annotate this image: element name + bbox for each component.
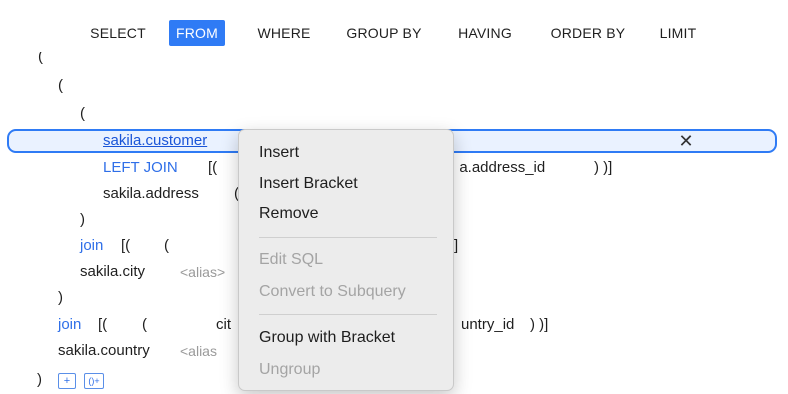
open-paren-level2[interactable]: ( — [80, 103, 85, 125]
tab-from[interactable]: FROM — [169, 20, 225, 46]
join-city-paren: ( — [164, 237, 169, 254]
query-builder-window: SELECT FROM WHERE GROUP BY HAVING ORDER … — [0, 0, 788, 394]
close-icon[interactable]: ✕ — [676, 131, 696, 151]
add-bracket-button[interactable]: ()+ — [84, 373, 104, 389]
tab-select[interactable]: SELECT — [82, 20, 154, 46]
root-open-paren[interactable]: ( — [38, 52, 43, 66]
join-keyword-city[interactable]: join — [80, 235, 103, 257]
menu-separator — [259, 237, 437, 238]
menu-item-remove[interactable]: Remove — [259, 202, 449, 226]
menu-separator — [259, 314, 437, 315]
country-alias-placeholder[interactable]: <alias — [180, 340, 217, 362]
table-sakila-address[interactable]: sakila.address — [103, 183, 199, 205]
clause-tab-bar: SELECT FROM WHERE GROUP BY HAVING ORDER … — [0, 0, 788, 62]
join-city-close-bracket[interactable]: ] — [454, 235, 458, 257]
menu-item-insert-bracket[interactable]: Insert Bracket — [259, 172, 449, 196]
table-sakila-country[interactable]: sakila.country — [58, 340, 150, 362]
tab-limit[interactable]: LIMIT — [650, 20, 706, 46]
join-keyword-country[interactable]: join — [58, 314, 81, 336]
menu-item-edit-sql[interactable]: Edit SQL — [259, 248, 449, 272]
join-country-open-bracket[interactable]: [( — [98, 314, 107, 336]
context-menu: Insert Insert Bracket Remove Edit SQL Co… — [238, 129, 454, 391]
table-sakila-city[interactable]: sakila.city — [80, 261, 145, 283]
tab-group-by[interactable]: GROUP BY — [336, 20, 432, 46]
menu-item-convert-to-subquery[interactable]: Convert to Subquery — [259, 280, 449, 304]
close-paren-root[interactable]: ) — [37, 369, 42, 391]
left-join-keyword[interactable]: LEFT JOIN — [103, 157, 178, 179]
join-country-close-bracket[interactable]: ) )] — [530, 314, 548, 336]
tab-order-by[interactable]: ORDER BY — [540, 20, 636, 46]
menu-item-ungroup[interactable]: Ungroup — [259, 358, 449, 382]
close-paren-level2[interactable]: ) — [80, 209, 85, 231]
table-sakila-customer[interactable]: sakila.customer — [103, 130, 207, 152]
tab-having[interactable]: HAVING — [448, 20, 522, 46]
menu-item-group-with-bracket[interactable]: Group with Bracket — [259, 326, 449, 350]
join-country-paren: ( — [142, 316, 147, 333]
close-paren-level1[interactable]: ) — [58, 287, 63, 309]
join-country-condition-left: cit — [216, 316, 231, 333]
left-join-open-bracket[interactable]: [( — [208, 157, 217, 179]
tab-where[interactable]: WHERE — [249, 20, 319, 46]
left-join-condition[interactable]: : a.address_id — [451, 157, 545, 179]
join-country-condition-right[interactable]: untry_id — [461, 314, 514, 336]
menu-item-insert[interactable]: Insert — [259, 141, 449, 165]
add-table-button[interactable]: + — [58, 373, 76, 389]
city-alias-placeholder[interactable]: <alias> — [180, 261, 225, 283]
join-city-open-bracket[interactable]: [( — [121, 235, 130, 257]
left-join-close-bracket[interactable]: ) )] — [594, 157, 612, 179]
open-paren-level1[interactable]: ( — [58, 75, 63, 97]
